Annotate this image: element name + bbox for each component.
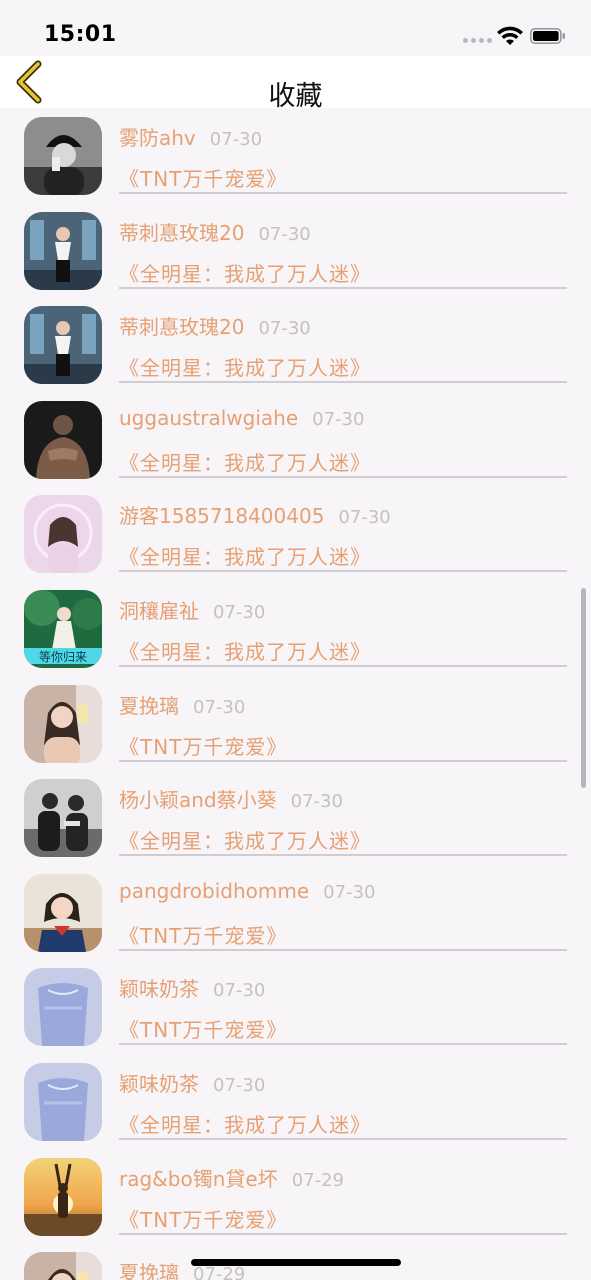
status-bar: 15:01	[0, 0, 591, 56]
username: 蒂刺惪玫瑰20	[119, 220, 245, 245]
home-indicator	[191, 1259, 401, 1266]
avatar-blue-dress-photo	[24, 968, 102, 1047]
date: 07-30	[290, 791, 343, 813]
avatar-dancer-photo	[24, 306, 102, 385]
username: 颖味奶茶	[119, 1071, 199, 1096]
avatar-bw-girl-photo	[24, 117, 102, 195]
username: rag&bo镯n貸e坏	[119, 1166, 278, 1191]
username-line: uggaustralwgiahe 07-30	[119, 406, 364, 430]
book-title: 《TNT万千宠爱》	[119, 734, 288, 759]
row-divider	[119, 664, 567, 667]
date: 07-30	[213, 1074, 266, 1096]
cellular-signal-icon	[463, 38, 492, 46]
username: pangdrobidhomme	[119, 878, 310, 903]
date: 07-30	[338, 507, 391, 529]
date: 07-30	[209, 129, 263, 150]
wifi-icon	[497, 26, 523, 45]
book-title: 《全明星：我成了万人迷》	[119, 545, 371, 570]
username: 洞穰雇祉	[119, 598, 199, 623]
date: 07-30	[213, 980, 266, 1002]
screen: 15:01 收藏 雾防ahv 07-30 《TNT万千宠爱》 蒂刺惪玫瑰20 0…	[0, 0, 591, 1280]
list-item[interactable]: 蒂刺惪玫瑰20 07-30 《全明星：我成了万人迷》	[0, 297, 591, 392]
book-title: 《全明星：我成了万人迷》	[119, 261, 371, 286]
avatar-dancer-photo	[24, 211, 102, 290]
book-title: 《全明星：我成了万人迷》	[119, 450, 371, 475]
date: 07-30	[323, 881, 376, 903]
username: uggaustralwgiahe	[119, 405, 299, 430]
username: 夏挽璃	[119, 693, 179, 718]
row-divider	[119, 1043, 567, 1046]
svg-text:等你归来: 等你归来	[39, 650, 87, 664]
list-item[interactable]: rag&bo镯n貸e坏 07-29 《TNT万千宠爱》	[0, 1149, 591, 1244]
username-line: 颖味奶茶 07-30	[119, 973, 265, 1002]
row-divider	[119, 192, 567, 194]
username-line: 雾防ahv 07-30	[119, 122, 262, 151]
book-title: 《全明星：我成了万人迷》	[119, 356, 371, 381]
list-item[interactable]: 等你归来 洞穰雇祉 07-30 《全明星：我成了万人迷》	[0, 581, 591, 676]
username-line: 蒂刺惪玫瑰20 07-30	[119, 311, 311, 340]
row-divider	[119, 475, 567, 478]
list-item[interactable]: 颖味奶茶 07-30 《全明星：我成了万人迷》	[0, 1054, 591, 1149]
list-item[interactable]: 夏挽璃 07-30 《TNT万千宠爱》	[0, 676, 591, 771]
username-line: 颖味奶茶 07-30	[119, 1068, 265, 1097]
list-item[interactable]: 杨小颖and蔡小葵 07-30 《全明星：我成了万人迷》	[0, 770, 591, 865]
avatar-selfie-girl-photo	[24, 1252, 102, 1280]
row-divider	[119, 570, 567, 573]
list-item[interactable]: pangdrobidhomme 07-30 《TNT万千宠爱》	[0, 865, 591, 960]
avatar-couple-photo	[24, 779, 102, 858]
battery-icon	[530, 28, 565, 44]
username-line: 杨小颖and蔡小葵 07-30	[119, 784, 343, 813]
username: 颖味奶茶	[119, 977, 199, 1002]
username-line: 蒂刺惪玫瑰20 07-30	[119, 217, 311, 246]
book-title: 《TNT万千宠爱》	[119, 1018, 288, 1043]
book-title: 《全明星：我成了万人迷》	[119, 829, 371, 854]
row-divider	[119, 759, 567, 762]
list-item[interactable]: uggaustralwgiahe 07-30 《全明星：我成了万人迷》	[0, 392, 591, 487]
row-divider	[119, 286, 567, 289]
avatar-selfie-girl-photo	[24, 684, 102, 763]
username-line: pangdrobidhomme 07-30	[119, 879, 375, 903]
avatar-muscle-man-photo	[24, 400, 102, 479]
avatar-fairy-girl-photo	[24, 495, 102, 574]
username-line: rag&bo镯n貸e坏 07-29	[119, 1163, 344, 1192]
username: 蒂刺惪玫瑰20	[119, 315, 245, 340]
username: 杨小颖and蔡小葵	[119, 788, 277, 813]
avatar-blue-dress-photo	[24, 1062, 102, 1141]
avatar-student-girl-photo	[24, 873, 102, 952]
row-divider	[119, 1137, 567, 1140]
row-divider	[119, 1232, 567, 1235]
list-item[interactable]: 颖味奶茶 07-30 《TNT万千宠爱》	[0, 959, 591, 1054]
book-title: 《全明星：我成了万人迷》	[119, 639, 371, 664]
row-divider	[119, 854, 567, 857]
row-divider	[119, 948, 567, 951]
avatar-sunset-photo	[24, 1157, 102, 1236]
scrollbar[interactable]	[581, 588, 586, 788]
book-title: 《全明星：我成了万人迷》	[119, 1112, 371, 1137]
username: 夏挽璃	[119, 1261, 179, 1280]
status-time: 15:01	[44, 22, 117, 47]
date: 07-30	[258, 318, 311, 340]
date: 07-29	[193, 1264, 246, 1280]
date: 07-30	[193, 696, 246, 718]
list-item[interactable]: 蒂刺惪玫瑰20 07-30 《全明星：我成了万人迷》	[0, 203, 591, 298]
date: 07-29	[291, 1169, 344, 1191]
date: 07-30	[213, 601, 266, 623]
book-title: 《TNT万千宠爱》	[119, 167, 288, 191]
username-line: 游客1585718400405 07-30	[119, 500, 391, 529]
username: 雾防ahv	[119, 126, 196, 150]
username: 游客1585718400405	[119, 504, 325, 529]
date: 07-30	[312, 408, 365, 430]
book-title: 《TNT万千宠爱》	[119, 1207, 288, 1232]
book-title: 《TNT万千宠爱》	[119, 923, 288, 948]
favorites-list: 雾防ahv 07-30 《TNT万千宠爱》 蒂刺惪玫瑰20 07-30 《全明星：我…	[0, 108, 591, 1280]
list-item[interactable]: 游客1585718400405 07-30 《全明星：我成了万人迷》	[0, 486, 591, 581]
avatar-waiting-text-photo: 等你归来	[24, 589, 102, 668]
list-item[interactable]: 雾防ahv 07-30 《TNT万千宠爱》	[0, 108, 591, 203]
row-divider	[119, 381, 567, 384]
username-line: 夏挽璃 07-30	[119, 690, 245, 719]
username-line: 洞穰雇祉 07-30	[119, 595, 265, 624]
nav-bar: 收藏	[0, 56, 591, 112]
date: 07-30	[258, 223, 311, 245]
